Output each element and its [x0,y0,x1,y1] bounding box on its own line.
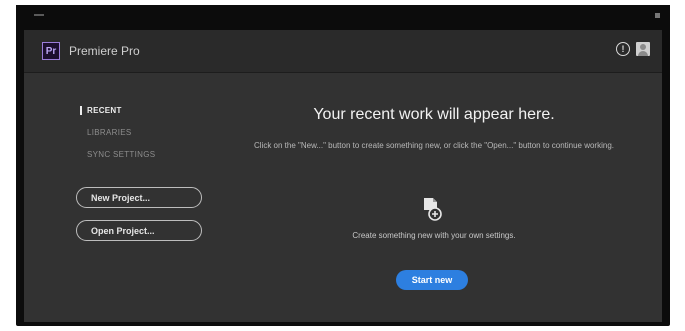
app-title: Premiere Pro [69,44,140,58]
empty-state-heading: Your recent work will appear here. [313,106,555,123]
new-project-button[interactable]: New Project... [76,187,202,208]
nav-item-libraries[interactable]: LIBRARIES [80,128,155,137]
premiere-logo-icon: Pr [42,42,60,60]
window-close-icon[interactable] [655,13,660,18]
os-window-bar [16,5,670,30]
start-new-button[interactable]: Start new [396,270,468,290]
help-icon[interactable]: ! [616,42,630,56]
open-project-button[interactable]: Open Project... [76,220,202,241]
user-avatar-icon[interactable] [636,42,650,56]
nav-item-sync-settings[interactable]: SYNC SETTINGS [80,150,155,159]
empty-state-subtext: Click on the "New..." button to create s… [254,141,614,150]
new-file-icon[interactable] [422,197,442,221]
start-screen-window: Pr Premiere Pro ! RECENT LIBRARIES SYNC … [24,30,662,322]
create-new-text: Create something new with your own setti… [352,231,516,240]
screen-frame: Pr Premiere Pro ! RECENT LIBRARIES SYNC … [16,5,670,326]
start-nav: RECENT LIBRARIES SYNC SETTINGS [80,106,155,172]
app-titlebar: Pr Premiere Pro ! [24,30,662,73]
window-menu-icon[interactable] [34,14,44,16]
nav-item-recent[interactable]: RECENT [80,106,155,115]
